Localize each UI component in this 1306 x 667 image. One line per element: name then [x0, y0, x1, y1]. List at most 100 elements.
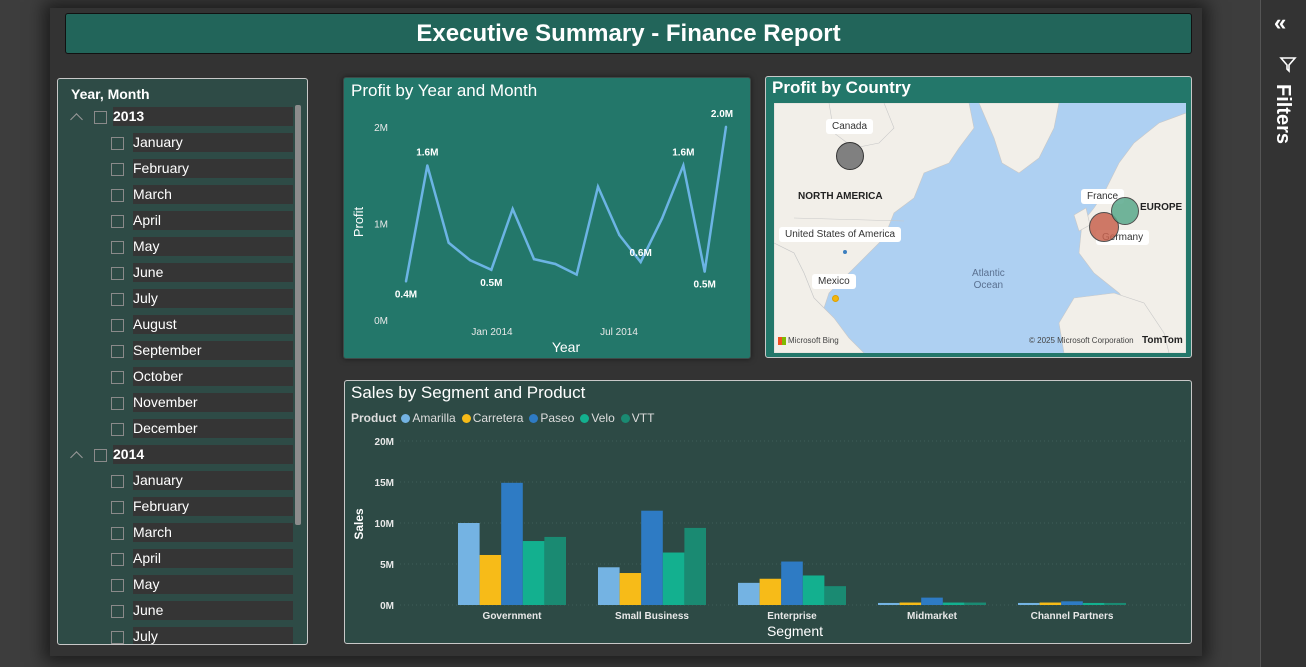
slicer-month-april[interactable]	[111, 211, 124, 231]
month-checkbox[interactable]	[111, 500, 124, 514]
profit-line-chart[interactable]: 0M 1M 2M Jan 2014 Jul 2014 Year Profit 0.4M 1.6M…	[344, 102, 750, 358]
month-checkbox[interactable]	[111, 214, 124, 228]
legend-item-velo[interactable]: Velo	[580, 411, 615, 425]
month-checkbox[interactable]	[111, 318, 124, 332]
slicer-year-2014[interactable]	[70, 445, 107, 465]
line-point[interactable]	[554, 262, 557, 266]
slicer-year-2013[interactable]	[70, 107, 107, 127]
slicer-month-february[interactable]	[111, 159, 124, 179]
bar-carretera[interactable]	[759, 578, 782, 605]
filter-funnel-icon[interactable]	[1279, 55, 1297, 73]
line-point[interactable]	[511, 207, 514, 211]
bubble-mexico[interactable]	[832, 295, 839, 302]
line-point[interactable]	[639, 260, 642, 264]
bar-paseo[interactable]	[781, 561, 803, 605]
slicer-month-september[interactable]	[111, 341, 124, 361]
bar-velo[interactable]	[1082, 602, 1105, 605]
bar-amarilla[interactable]	[1018, 602, 1040, 605]
slicer-month-january[interactable]	[111, 471, 124, 491]
month-checkbox[interactable]	[111, 578, 124, 592]
collapse-chevron-icon[interactable]	[70, 113, 83, 126]
line-point[interactable]	[596, 185, 600, 188]
bar-carretera[interactable]	[479, 554, 502, 605]
slicer-month-march[interactable]	[111, 523, 124, 543]
month-checkbox[interactable]	[111, 630, 124, 644]
legend-item-carretera[interactable]: Carretera	[461, 411, 523, 425]
line-point[interactable]	[660, 217, 664, 220]
bar-paseo[interactable]	[1061, 601, 1083, 605]
slicer-month-july[interactable]	[111, 289, 124, 309]
line-point[interactable]	[575, 273, 578, 276]
line-point[interactable]	[703, 270, 706, 273]
sales-bar-chart[interactable]: 0M 5M 10M 15M 20M Government Small Business Ent…	[345, 429, 1191, 643]
year-checkbox[interactable]	[94, 110, 107, 124]
legend-item-paseo[interactable]: Paseo	[529, 411, 574, 425]
bar-velo[interactable]	[942, 602, 965, 605]
slicer-month-january[interactable]	[111, 133, 124, 153]
bubble-usa[interactable]	[843, 250, 847, 254]
bar-paseo[interactable]	[921, 597, 943, 605]
line-point[interactable]	[490, 268, 493, 271]
month-checkbox[interactable]	[111, 474, 124, 488]
bar-amarilla[interactable]	[738, 582, 760, 605]
month-checkbox[interactable]	[111, 604, 124, 618]
line-point[interactable]	[404, 280, 408, 283]
bar-carretera[interactable]	[1039, 602, 1062, 605]
month-checkbox[interactable]	[111, 188, 124, 202]
bar-paseo[interactable]	[641, 510, 663, 605]
line-point[interactable]	[618, 233, 621, 237]
collapse-chevron-icon[interactable]	[70, 451, 83, 464]
month-checkbox[interactable]	[111, 396, 124, 410]
legend-item-vtt[interactable]: VTT	[620, 411, 654, 425]
line-point[interactable]	[682, 164, 685, 167]
bar-velo[interactable]	[522, 541, 545, 605]
bar-velo[interactable]	[662, 552, 685, 605]
bar-vtt[interactable]	[824, 586, 846, 605]
bubble-france[interactable]	[1111, 197, 1139, 225]
month-checkbox[interactable]	[111, 136, 124, 150]
bubble-canada[interactable]	[836, 142, 864, 170]
bar-amarilla[interactable]	[878, 602, 900, 605]
bar-carretera[interactable]	[619, 573, 642, 605]
line-point[interactable]	[532, 257, 536, 261]
bar-amarilla[interactable]	[458, 523, 480, 605]
slicer-month-april[interactable]	[111, 549, 124, 569]
year-checkbox[interactable]	[94, 448, 107, 462]
month-checkbox[interactable]	[111, 292, 124, 306]
slicer-month-may[interactable]	[111, 237, 124, 257]
slicer-month-july[interactable]	[111, 627, 124, 644]
month-checkbox[interactable]	[111, 162, 124, 176]
bar-carretera[interactable]	[899, 602, 922, 605]
month-checkbox[interactable]	[111, 422, 124, 436]
bar-vtt[interactable]	[964, 602, 986, 605]
slicer-month-june[interactable]	[111, 601, 124, 621]
line-point[interactable]	[468, 258, 472, 262]
bar-velo[interactable]	[802, 575, 825, 605]
bar-vtt[interactable]	[1104, 602, 1126, 605]
collapse-chevron-icon[interactable]: «	[1274, 10, 1286, 36]
bar-vtt[interactable]	[544, 536, 566, 605]
filters-label[interactable]: Filters	[1271, 84, 1294, 144]
slicer-month-february[interactable]	[111, 497, 124, 517]
bar-paseo[interactable]	[501, 482, 523, 605]
line-point[interactable]	[426, 164, 429, 167]
slicer-month-november[interactable]	[111, 393, 124, 413]
month-checkbox[interactable]	[111, 344, 124, 358]
month-checkbox[interactable]	[111, 240, 124, 254]
month-checkbox[interactable]	[111, 266, 124, 280]
slicer-month-august[interactable]	[111, 315, 124, 335]
slicer-month-december[interactable]	[111, 419, 124, 439]
month-checkbox[interactable]	[111, 370, 124, 384]
slicer-month-october[interactable]	[111, 367, 124, 387]
slicer-month-june[interactable]	[111, 263, 124, 283]
month-checkbox[interactable]	[111, 526, 124, 540]
month-checkbox[interactable]	[111, 552, 124, 566]
slicer-month-may[interactable]	[111, 575, 124, 595]
bar-vtt[interactable]	[684, 527, 706, 605]
slicer-month-march[interactable]	[111, 185, 124, 205]
line-point[interactable]	[724, 125, 728, 129]
line-point[interactable]	[447, 241, 450, 244]
bar-amarilla[interactable]	[598, 567, 620, 605]
legend-item-amarilla[interactable]: Amarilla	[401, 411, 456, 425]
country-map[interactable]: Canada United States of America Mexico F…	[774, 103, 1186, 353]
